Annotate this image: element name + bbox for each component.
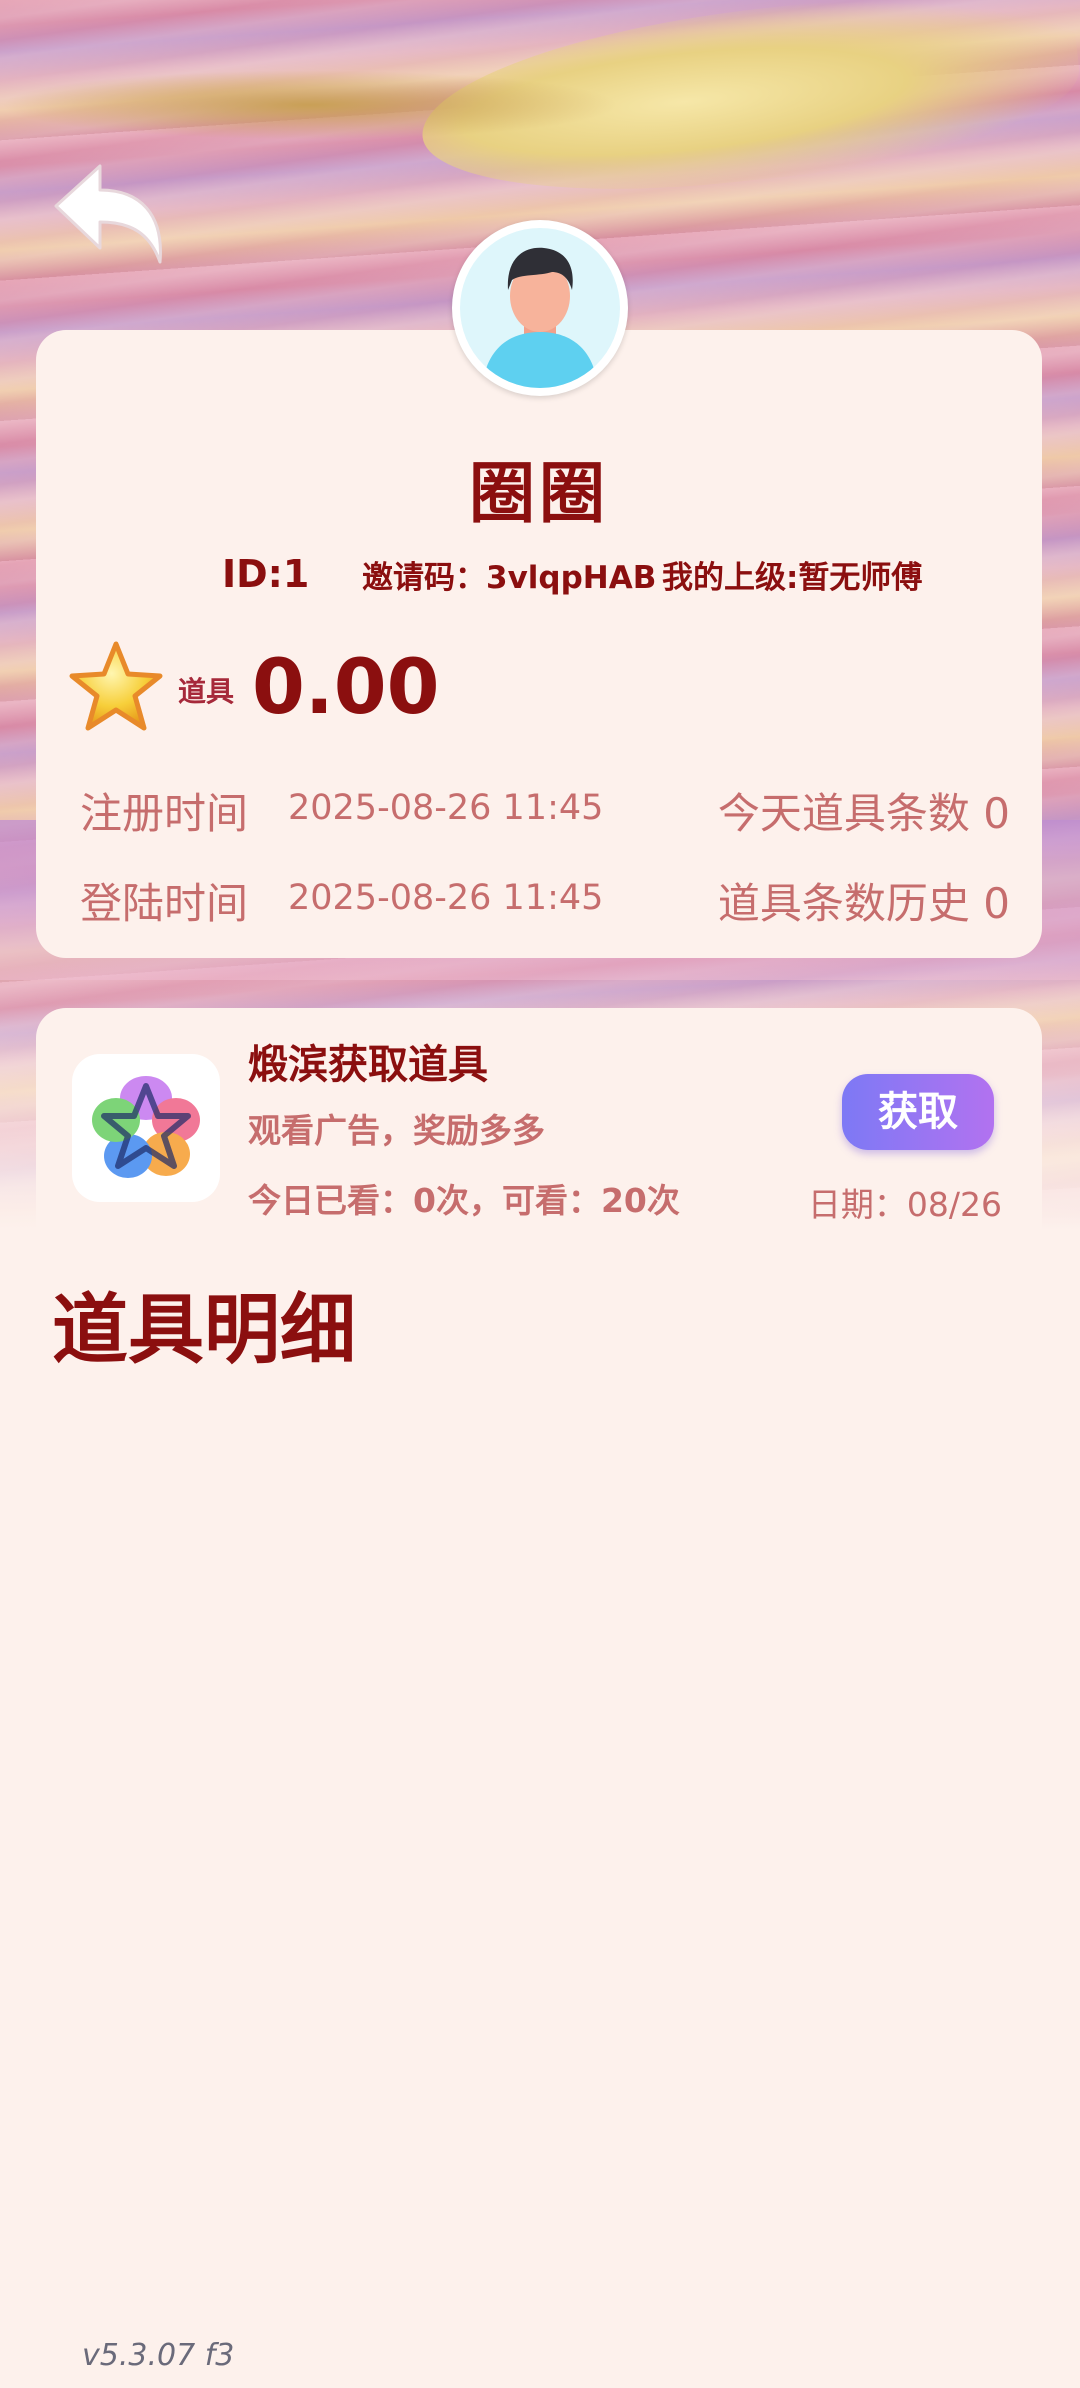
- today-label: 今天道具条数: [717, 789, 970, 838]
- task-subtitle: 观看广告，奖励多多: [248, 1111, 545, 1150]
- version-label: v5.3.07 f3: [82, 2338, 235, 2373]
- prop-balance: 0.00: [252, 642, 440, 731]
- avatar[interactable]: [452, 220, 628, 396]
- prop-label: 道具: [178, 675, 235, 708]
- register-time: 2025-08-26 11:45: [288, 788, 604, 828]
- task-title: 煅滨获取道具: [248, 1042, 488, 1088]
- star-icon: [69, 641, 163, 731]
- task-card: 煅滨获取道具 观看广告，奖励多多 今日已看：0次，可看：20次 获取 日期：08…: [36, 1008, 1042, 1248]
- rainbow-star-icon: [92, 1076, 200, 1178]
- login-label: 登陆时间: [80, 879, 249, 928]
- invite-code[interactable]: 邀请码：3vlqpHAB: [362, 552, 656, 597]
- task-view-count: 今日已看：0次，可看：20次: [248, 1181, 680, 1220]
- parent-user: 我的上级:暂无师傅: [662, 560, 923, 596]
- get-button[interactable]: 获取: [842, 1074, 994, 1150]
- history-count: 道具条数历史 0: [718, 870, 1010, 931]
- user-avatar-icon: [482, 247, 598, 388]
- history-value: 0: [983, 879, 1010, 928]
- today-value: 0: [983, 789, 1010, 838]
- section-title: 道具明细: [52, 1285, 356, 1374]
- app-icon: [72, 1054, 220, 1202]
- today-count: 今天道具条数 0: [718, 780, 1010, 841]
- back-button[interactable]: [44, 158, 174, 288]
- task-date: 日期：08/26: [807, 1185, 1002, 1224]
- username: 圈圈: [469, 455, 609, 532]
- back-arrow-icon: [54, 164, 162, 264]
- background-gold-stroke: [0, 70, 620, 140]
- history-label: 道具条数历史: [717, 879, 970, 928]
- login-time: 2025-08-26 11:45: [288, 878, 604, 918]
- user-id: ID:1: [222, 552, 310, 596]
- register-label: 注册时间: [80, 789, 249, 838]
- profile-card: 圈圈 ID:1 邀请码：3vlqpHAB 我的上级:暂无师傅 道具 0.00 注…: [36, 330, 1042, 958]
